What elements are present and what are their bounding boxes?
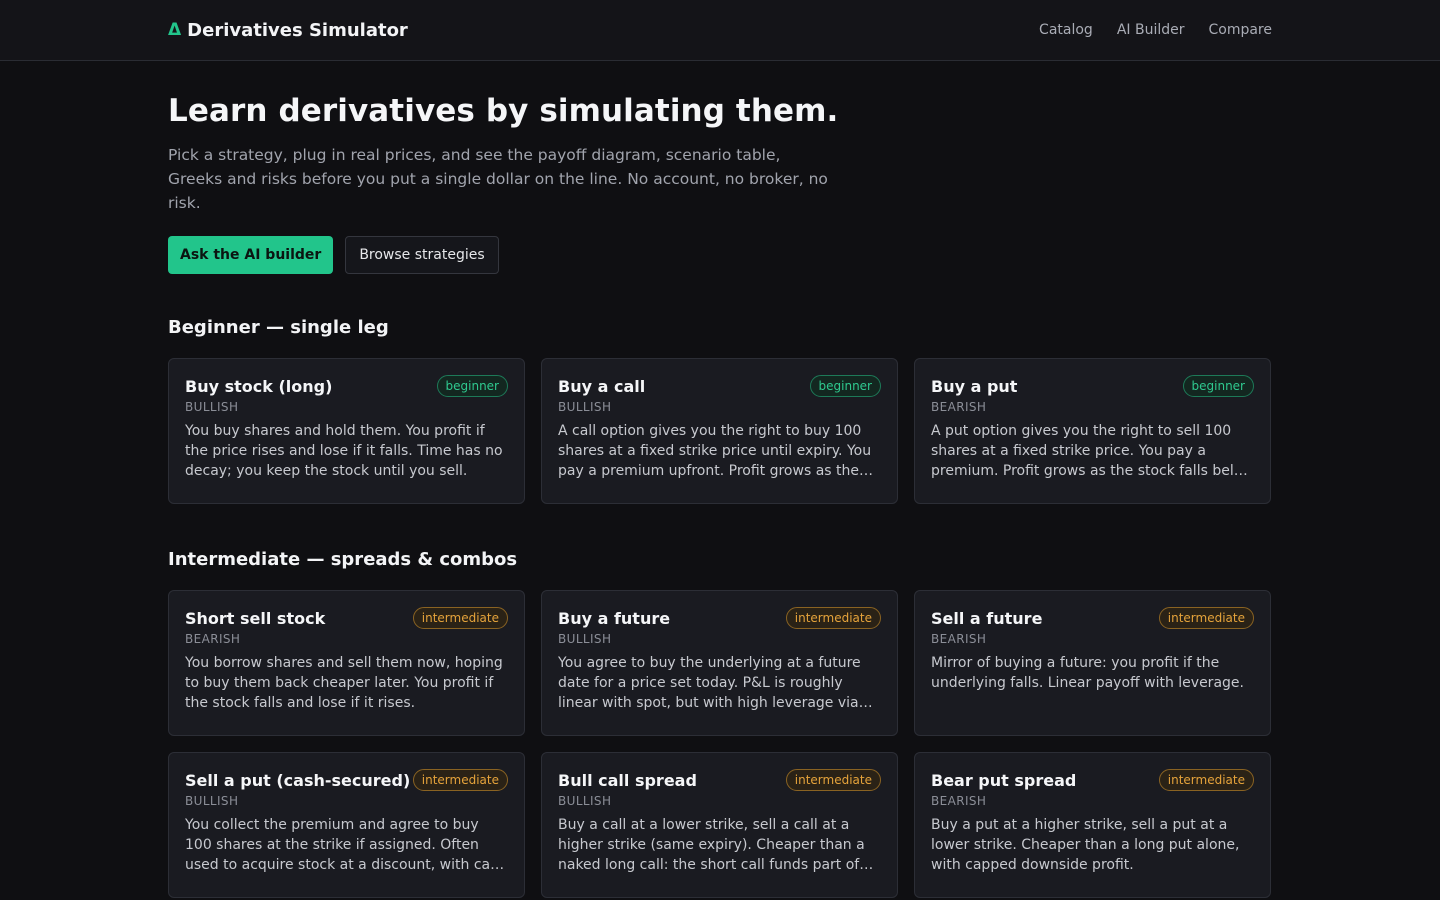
strategy-description: Mirror of buying a future: you profit if… [931,655,1244,691]
strategy-card[interactable]: Bear put spread intermediate BEARISH Buy… [914,752,1271,898]
ask-ai-builder-button[interactable]: Ask the AI builder [168,236,334,274]
nav-catalog-link[interactable]: Catalog [1039,22,1093,38]
strategy-direction: BEARISH [931,400,987,414]
strategy-card[interactable]: Sell a put (cash-secured) intermediate B… [168,752,525,898]
section-title-beginner: Beginner — single leg [168,317,389,338]
strategy-description: Buy a call at a lower strike, sell a cal… [558,817,874,873]
strategy-title: Buy a call [558,376,646,396]
level-badge: intermediate [412,607,508,629]
strategy-card[interactable]: Bull call spread intermediate BULLISH Bu… [541,752,898,898]
main-nav: Catalog AI Builder Compare [1039,22,1272,38]
strategy-description: You buy shares and hold them. You profit… [185,423,503,479]
nav-compare-link[interactable]: Compare [1208,22,1272,38]
delta-logo-icon: Δ [168,20,182,40]
level-badge: intermediate [785,607,881,629]
hero-actions: Ask the AI builder Browse strategies [168,236,1272,274]
intermediate-strategy-grid: Short sell stock intermediate BEARISH Yo… [168,590,1272,898]
strategy-direction: BEARISH [931,794,987,808]
hero-title: Learn derivatives by simulating them. [168,93,839,129]
strategy-title: Bull call spread [558,770,697,790]
browse-strategies-button[interactable]: Browse strategies [345,236,499,274]
strategy-direction: BEARISH [185,632,241,646]
brand[interactable]: Δ Derivatives Simulator [168,20,408,41]
level-badge: intermediate [1158,607,1254,629]
strategy-card[interactable]: Buy a call beginner BULLISH A call optio… [541,358,898,504]
beginner-strategy-grid: Buy stock (long) beginner BULLISH You bu… [168,358,1272,504]
level-badge: intermediate [785,769,881,791]
strategy-direction: BULLISH [558,400,612,414]
strategy-description: A call option gives you the right to buy… [558,423,873,479]
strategy-card[interactable]: Buy a future intermediate BULLISH You ag… [541,590,898,736]
strategy-direction: BEARISH [931,632,987,646]
strategy-direction: BULLISH [558,794,612,808]
strategy-card[interactable]: Buy stock (long) beginner BULLISH You bu… [168,358,525,504]
strategy-title: Buy a future [558,608,671,628]
strategy-card[interactable]: Short sell stock intermediate BEARISH Yo… [168,590,525,736]
level-badge: beginner [436,375,508,397]
strategy-description: You borrow shares and sell them now, hop… [185,655,503,711]
strategy-title: Buy a put [931,376,1018,396]
hero-subtitle: Pick a strategy, plug in real prices, an… [168,146,828,212]
section-title-intermediate: Intermediate — spreads & combos [168,549,518,570]
top-navbar: Δ Derivatives Simulator Catalog AI Build… [0,0,1440,61]
strategy-description: A put option gives you the right to sell… [931,423,1248,479]
strategy-title: Sell a put (cash-secured) [185,770,411,790]
strategy-description: Buy a put at a higher strike, sell a put… [931,817,1240,873]
strategy-direction: BULLISH [185,794,239,808]
strategy-description: You agree to buy the underlying at a fut… [558,655,873,711]
strategy-direction: BULLISH [185,400,239,414]
level-badge: beginner [1182,375,1254,397]
strategy-title: Bear put spread [931,770,1077,790]
strategy-title: Buy stock (long) [185,376,333,396]
main-content: Learn derivatives by simulating them. Pi… [168,93,1272,898]
app-title: Derivatives Simulator [187,19,408,41]
strategy-card[interactable]: Sell a future intermediate BEARISH Mirro… [914,590,1271,736]
level-badge: intermediate [412,769,508,791]
strategy-card[interactable]: Buy a put beginner BEARISH A put option … [914,358,1271,504]
strategy-title: Short sell stock [185,608,326,628]
strategy-direction: BULLISH [558,632,612,646]
strategy-description: You collect the premium and agree to buy… [185,817,505,873]
level-badge: beginner [809,375,881,397]
nav-ai-builder-link[interactable]: AI Builder [1117,22,1185,38]
level-badge: intermediate [1158,769,1254,791]
strategy-title: Sell a future [931,608,1043,628]
